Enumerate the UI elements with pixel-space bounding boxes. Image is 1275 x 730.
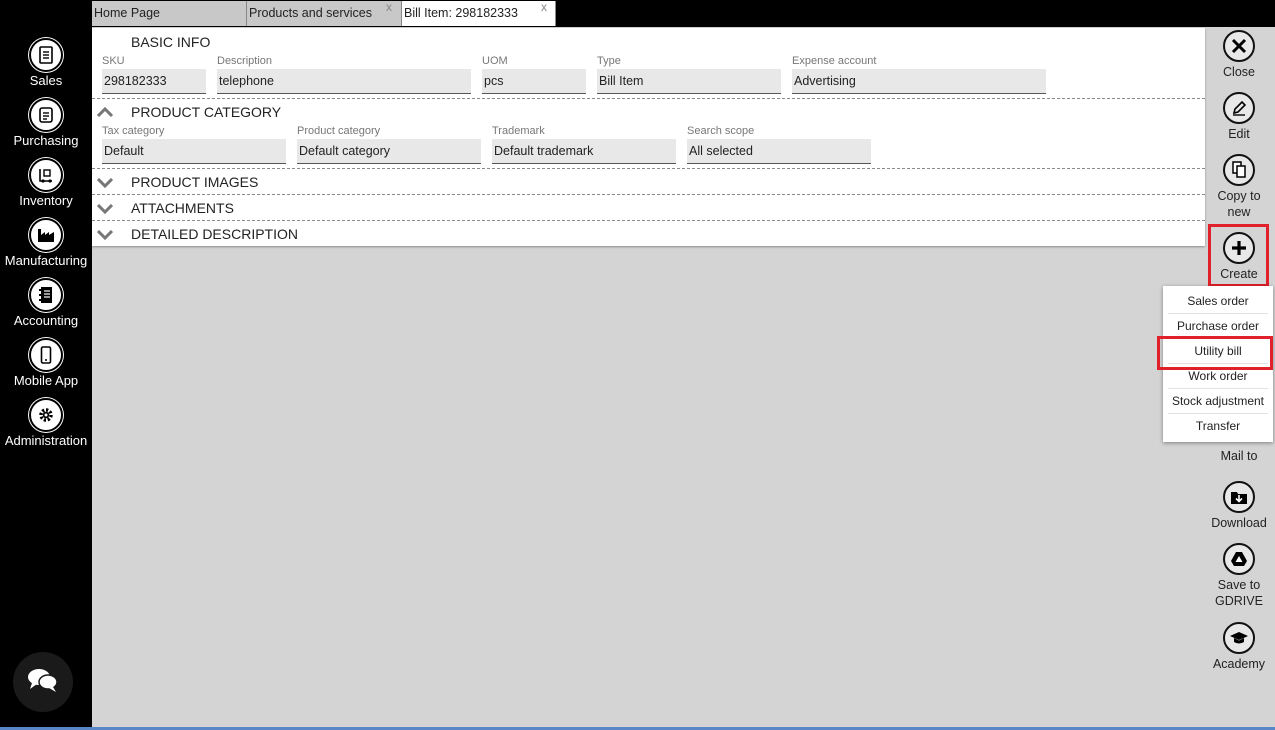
- item-form-panel: BASIC INFO SKU 298182333 Description tel…: [92, 28, 1205, 246]
- uom-field[interactable]: pcs: [482, 69, 586, 94]
- menu-item-transfer[interactable]: Transfer: [1168, 414, 1268, 438]
- academy-label: Academy: [1212, 657, 1266, 671]
- section-divider: [92, 168, 1205, 169]
- search-scope-label: Search scope: [687, 125, 755, 137]
- utility-bill-highlight-box: [1157, 336, 1273, 370]
- trademark-field[interactable]: Default trademark: [492, 139, 676, 164]
- academy-button[interactable]: Academy: [1207, 622, 1271, 672]
- section-product-category[interactable]: PRODUCT CATEGORY: [131, 104, 281, 120]
- inventory-icon: [29, 158, 63, 192]
- nav-label: Inventory: [19, 193, 73, 208]
- mail-to-label: Mail to: [1220, 449, 1258, 463]
- type-label: Type: [597, 55, 621, 67]
- phone-icon: [29, 338, 63, 372]
- purchasing-icon: [29, 98, 63, 132]
- close-icon[interactable]: x: [386, 0, 392, 20]
- sku-field[interactable]: 298182333: [102, 69, 206, 94]
- nav-accounting[interactable]: Accounting: [0, 278, 92, 338]
- trademark-label: Trademark: [492, 125, 545, 137]
- sku-label: SKU: [102, 55, 125, 67]
- close-button[interactable]: Close: [1207, 30, 1271, 80]
- nav-label: Administration: [4, 433, 88, 448]
- section-divider: [92, 194, 1205, 195]
- chevron-up-icon[interactable]: [97, 107, 113, 117]
- chat-button[interactable]: [13, 652, 73, 712]
- save-to-gdrive-button[interactable]: Save to GDRIVE: [1207, 543, 1271, 609]
- ledger-icon: [29, 278, 63, 312]
- nav-label: Purchasing: [13, 133, 79, 148]
- menu-item-stock-adjustment[interactable]: Stock adjustment: [1168, 389, 1268, 414]
- close-label: Close: [1223, 65, 1255, 79]
- copy-label-line2: new: [1227, 205, 1251, 219]
- product-category-field[interactable]: Default category: [297, 139, 481, 164]
- save-label-line2: GDRIVE: [1215, 594, 1263, 608]
- description-field[interactable]: telephone: [217, 69, 471, 94]
- chat-bubbles-icon: [26, 666, 60, 699]
- chevron-down-icon[interactable]: [97, 178, 113, 188]
- tab-bill-item[interactable]: Bill Item: 298182333 x: [402, 0, 556, 26]
- expense-account-label: Expense account: [792, 55, 877, 67]
- sales-doc-icon: [29, 38, 63, 72]
- nav-mobile-app[interactable]: Mobile App: [0, 338, 92, 398]
- mail-to-button[interactable]: Mail to: [1207, 446, 1271, 464]
- gear-icon: [29, 398, 63, 432]
- nav-label: Manufacturing: [4, 253, 88, 268]
- expense-account-field[interactable]: Advertising: [792, 69, 1046, 94]
- type-field[interactable]: Bill Item: [597, 69, 781, 94]
- copy-to-new-button[interactable]: Copy to new: [1207, 154, 1271, 220]
- edit-label: Edit: [1228, 127, 1250, 141]
- pencil-icon: [1223, 92, 1255, 124]
- copy-label-line1: Copy to: [1217, 189, 1261, 203]
- download-label: Download: [1211, 516, 1267, 530]
- tax-category-label: Tax category: [102, 125, 165, 137]
- tab-label: Home Page: [94, 6, 161, 20]
- nav-manufacturing[interactable]: Manufacturing: [0, 218, 92, 278]
- nav-purchasing[interactable]: Purchasing: [0, 98, 92, 158]
- chevron-down-icon[interactable]: [97, 204, 113, 214]
- close-icon[interactable]: x: [541, 0, 547, 20]
- chevron-down-icon[interactable]: [97, 230, 113, 240]
- gdrive-icon: [1223, 543, 1255, 575]
- section-basic-info[interactable]: BASIC INFO: [131, 34, 210, 50]
- tab-bar: Home Page Products and services x Bill I…: [92, 0, 1275, 27]
- nav-administration[interactable]: Administration: [0, 398, 92, 458]
- tax-category-field[interactable]: Default: [102, 139, 286, 164]
- graduation-cap-icon: [1223, 622, 1255, 654]
- section-divider: [92, 98, 1205, 99]
- download-folder-icon: [1223, 481, 1255, 513]
- tab-home-page[interactable]: Home Page: [92, 1, 247, 26]
- product-category-label: Product category: [297, 125, 381, 137]
- tab-label: Products and services: [249, 6, 372, 20]
- description-label: Description: [217, 55, 273, 67]
- save-to-gdrive-label: Save to GDRIVE: [1207, 577, 1271, 609]
- edit-button[interactable]: Edit: [1207, 92, 1271, 142]
- save-label-line1: Save to: [1217, 578, 1261, 592]
- nav-label: Accounting: [13, 313, 79, 328]
- download-button[interactable]: Download: [1207, 481, 1271, 531]
- nav-label: Mobile App: [13, 373, 79, 388]
- nav-sales[interactable]: Sales: [0, 38, 92, 98]
- tab-products-and-services[interactable]: Products and services x: [247, 0, 402, 26]
- create-highlight-box: [1208, 224, 1269, 287]
- close-icon: [1223, 30, 1255, 62]
- nav-inventory[interactable]: Inventory: [0, 158, 92, 218]
- uom-label: UOM: [482, 55, 508, 67]
- search-scope-field[interactable]: All selected: [687, 139, 871, 164]
- section-attachments[interactable]: ATTACHMENTS: [131, 200, 234, 216]
- nav-label: Sales: [29, 73, 63, 88]
- section-product-images[interactable]: PRODUCT IMAGES: [131, 174, 258, 190]
- copy-icon: [1223, 154, 1255, 186]
- section-detailed-description[interactable]: DETAILED DESCRIPTION: [131, 226, 298, 242]
- factory-icon: [29, 218, 63, 252]
- copy-to-new-label: Copy to new: [1207, 188, 1271, 220]
- left-navigation: Sales Purchasing Inventory Manufacturing…: [0, 0, 92, 730]
- tab-label: Bill Item: 298182333: [404, 6, 518, 20]
- section-divider: [92, 220, 1205, 221]
- menu-item-sales-order[interactable]: Sales order: [1168, 289, 1268, 314]
